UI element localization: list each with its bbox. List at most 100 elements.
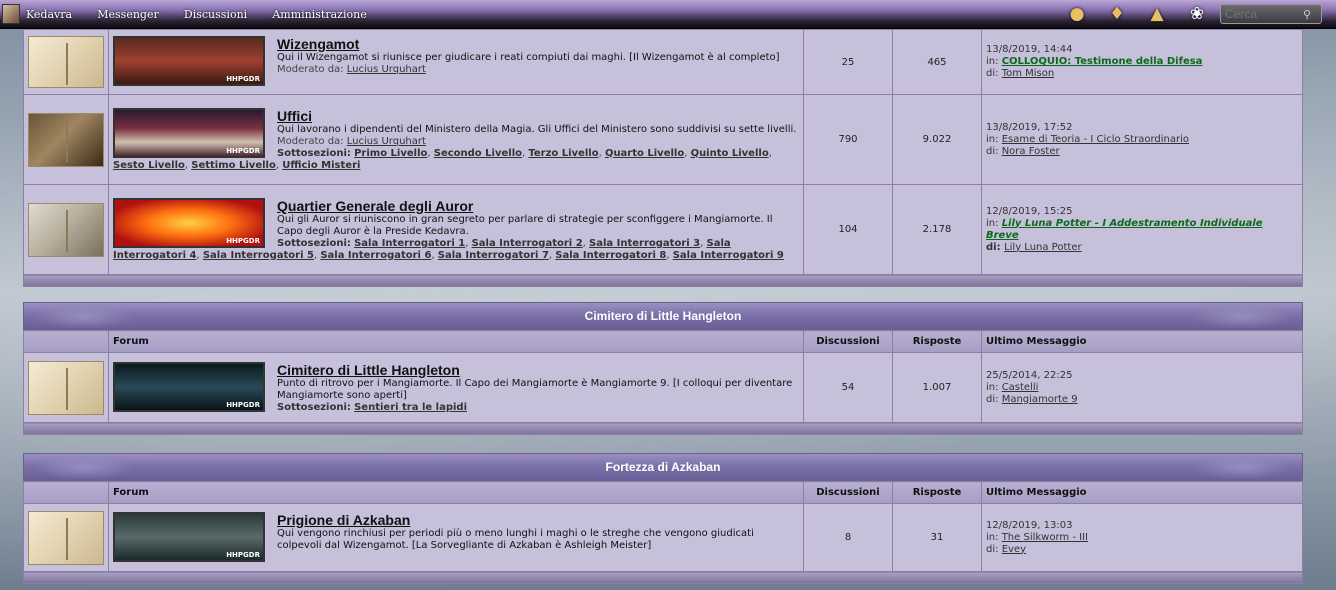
subsection-link[interactable]: Sala Interrogatori 9 bbox=[673, 250, 784, 261]
subsection-link[interactable]: Sala Interrogatori 1 bbox=[354, 238, 465, 249]
last-message-cell: 13/8/2019, 14:44 in: COLLOQUIO: Testimon… bbox=[981, 29, 1303, 95]
subsection-link[interactable]: Sentieri tra le lapidi bbox=[354, 402, 467, 413]
gold-icon[interactable]: ● bbox=[1064, 3, 1090, 25]
thumb-tag: HHPGDR bbox=[226, 400, 260, 409]
forum-status-cell bbox=[23, 352, 109, 423]
column-header-discussioni: Discussioni bbox=[803, 481, 893, 504]
subsection-link[interactable]: Sala Interrogatori 8 bbox=[555, 250, 666, 261]
search-icon[interactable]: ⚲ bbox=[1303, 8, 1311, 21]
last-topic-link[interactable]: Castelli bbox=[1002, 382, 1039, 393]
section-footer-strip bbox=[23, 571, 1303, 584]
column-header-discussioni: Discussioni bbox=[803, 330, 893, 353]
last-author-link[interactable]: Evey bbox=[1002, 544, 1026, 555]
in-label: in: bbox=[986, 217, 999, 229]
last-topic-line: in: Esame di Teoria - I Ciclo Straordina… bbox=[986, 134, 1298, 146]
user-avatar[interactable] bbox=[2, 4, 20, 24]
column-header-ultimo: Ultimo Messaggio bbox=[981, 330, 1303, 353]
last-topic-line: in: Lily Luna Potter - I Addestramento I… bbox=[986, 218, 1298, 242]
by-label: di: bbox=[986, 543, 999, 555]
forum-main-cell: HHPGDR Uffici Qui lavorano i dipendenti … bbox=[108, 94, 804, 185]
section-footer-strip bbox=[23, 422, 1303, 435]
last-topic-line: in: The Silkworm - III bbox=[986, 532, 1298, 544]
section-footer-strip bbox=[23, 274, 1303, 287]
category-header[interactable]: Cimitero di Little Hangleton bbox=[23, 302, 1303, 330]
last-author-line: di: Tom Mison bbox=[986, 68, 1298, 80]
moderator-link[interactable]: Lucius Urquhart bbox=[347, 64, 426, 75]
moderator-label: Moderato da: bbox=[277, 64, 344, 75]
forum-main-cell: HHPGDR Quartier Generale degli Auror Qui… bbox=[108, 184, 804, 275]
discussioni-count: 8 bbox=[803, 503, 893, 572]
last-author-line: di: Evey bbox=[986, 544, 1298, 556]
last-date: 25/5/2014, 22:25 bbox=[986, 369, 1073, 381]
subsection-link[interactable]: Sala Interrogatori 5 bbox=[203, 250, 314, 261]
nav-messenger-link[interactable]: Messenger bbox=[97, 8, 158, 21]
last-author-line: di: Nora Foster bbox=[986, 146, 1298, 158]
last-author-link[interactable]: Nora Foster bbox=[1002, 146, 1060, 157]
subsection-link[interactable]: Ufficio Misteri bbox=[282, 160, 360, 171]
subsection-link[interactable]: Primo Livello bbox=[354, 148, 427, 159]
forum-row-azkaban: HHPGDR Prigione di Azkaban Qui vengono r… bbox=[23, 503, 1303, 572]
risposte-count: 31 bbox=[892, 503, 982, 572]
by-label: di: bbox=[986, 68, 999, 79]
thumb-tag: HHPGDR bbox=[226, 550, 260, 559]
category-azkaban: Fortezza di Azkaban Forum Discussioni Ri… bbox=[23, 453, 1303, 584]
discussioni-count: 25 bbox=[803, 29, 893, 95]
forum-main-cell: HHPGDR Wizengamot Qui il Wizengamot si r… bbox=[108, 29, 804, 95]
forum-row-uffici: HHPGDR Uffici Qui lavorano i dipendenti … bbox=[23, 94, 1303, 185]
top-navigation-bar: Kedavra Messenger Discussioni Amministra… bbox=[0, 0, 1336, 29]
owl-icon[interactable]: ❀ bbox=[1184, 3, 1210, 25]
moderator-label: Moderato da: bbox=[277, 135, 344, 147]
last-author-line: di: Mangiamorte 9 bbox=[986, 394, 1298, 406]
last-topic-line: in: Castelli bbox=[986, 382, 1298, 394]
column-header-forum: Forum bbox=[108, 481, 804, 504]
column-header-risposte: Risposte bbox=[892, 481, 982, 504]
discussioni-count: 54 bbox=[803, 352, 893, 423]
subsection-link[interactable]: Quinto Livello bbox=[691, 148, 769, 159]
forum-thumbnail[interactable]: HHPGDR bbox=[113, 36, 265, 86]
last-topic-link[interactable]: COLLOQUIO: Testimone della Difesa bbox=[1002, 56, 1203, 67]
thumb-tag: HHPGDR bbox=[226, 146, 260, 155]
column-header-row: Forum Discussioni Risposte Ultimo Messag… bbox=[23, 330, 1303, 353]
subsection-link[interactable]: Quarto Livello bbox=[605, 148, 684, 159]
forum-thumbnail[interactable]: HHPGDR bbox=[113, 107, 265, 158]
last-author-link[interactable]: Mangiamorte 9 bbox=[1002, 394, 1078, 405]
forum-read-book-icon bbox=[28, 360, 104, 415]
forum-row-cimitero: HHPGDR Cimitero di Little Hangleton Punt… bbox=[23, 352, 1303, 423]
treasure-icon[interactable]: ♦ bbox=[1104, 3, 1130, 25]
search-input[interactable] bbox=[1221, 7, 1303, 21]
subsection-link[interactable]: Sala Interrogatori 2 bbox=[472, 238, 583, 249]
in-label: in: bbox=[986, 133, 999, 145]
last-message-cell: 12/8/2019, 15:25 in: Lily Luna Potter - … bbox=[981, 184, 1303, 275]
search-box: ⚲ bbox=[1220, 4, 1322, 24]
nav-discussioni-link[interactable]: Discussioni bbox=[184, 8, 247, 21]
subsection-link[interactable]: Sesto Livello bbox=[113, 160, 185, 171]
subsection-link[interactable]: Terzo Livello bbox=[528, 148, 598, 159]
column-header-row: Forum Discussioni Risposte Ultimo Messag… bbox=[23, 481, 1303, 504]
forum-row-auror: HHPGDR Quartier Generale degli Auror Qui… bbox=[23, 184, 1303, 275]
category-header[interactable]: Fortezza di Azkaban bbox=[23, 453, 1303, 481]
subsection-link[interactable]: Secondo Livello bbox=[434, 148, 522, 159]
discussioni-count: 790 bbox=[803, 94, 893, 185]
subsection-link[interactable]: Sala Interrogatori 3 bbox=[589, 238, 700, 249]
last-topic-line: in: COLLOQUIO: Testimone della Difesa bbox=[986, 56, 1298, 68]
forum-read-book-icon bbox=[28, 510, 104, 565]
last-topic-link[interactable]: Esame di Teoria - I Ciclo Straordinario bbox=[1002, 134, 1189, 145]
ministero-section: HHPGDR Wizengamot Qui il Wizengamot si r… bbox=[23, 29, 1303, 287]
last-author-link[interactable]: Lily Luna Potter bbox=[1004, 242, 1082, 253]
forum-thumbnail[interactable]: HHPGDR bbox=[113, 511, 265, 562]
subsection-link[interactable]: Sala Interrogatori 7 bbox=[438, 250, 549, 261]
last-topic-link[interactable]: The Silkworm - III bbox=[1002, 532, 1088, 543]
nav-amministrazione-link[interactable]: Amministrazione bbox=[272, 8, 366, 21]
forum-thumbnail[interactable]: HHPGDR bbox=[113, 361, 265, 412]
forum-status-cell bbox=[23, 29, 109, 95]
last-topic-link[interactable]: Lily Luna Potter - I Addestramento Indiv… bbox=[986, 218, 1263, 241]
hat-icon[interactable]: ▲ bbox=[1144, 3, 1170, 25]
forum-thumbnail[interactable]: HHPGDR bbox=[113, 197, 265, 248]
subsection-link[interactable]: Settimo Livello bbox=[191, 160, 276, 171]
nav-user-link[interactable]: Kedavra bbox=[26, 8, 72, 21]
last-date: 13/8/2019, 14:44 bbox=[986, 44, 1073, 55]
in-label: in: bbox=[986, 56, 999, 67]
moderator-link[interactable]: Lucius Urquhart bbox=[347, 136, 426, 147]
last-author-link[interactable]: Tom Mison bbox=[1002, 68, 1055, 79]
subsection-link[interactable]: Sala Interrogatori 6 bbox=[320, 250, 431, 261]
